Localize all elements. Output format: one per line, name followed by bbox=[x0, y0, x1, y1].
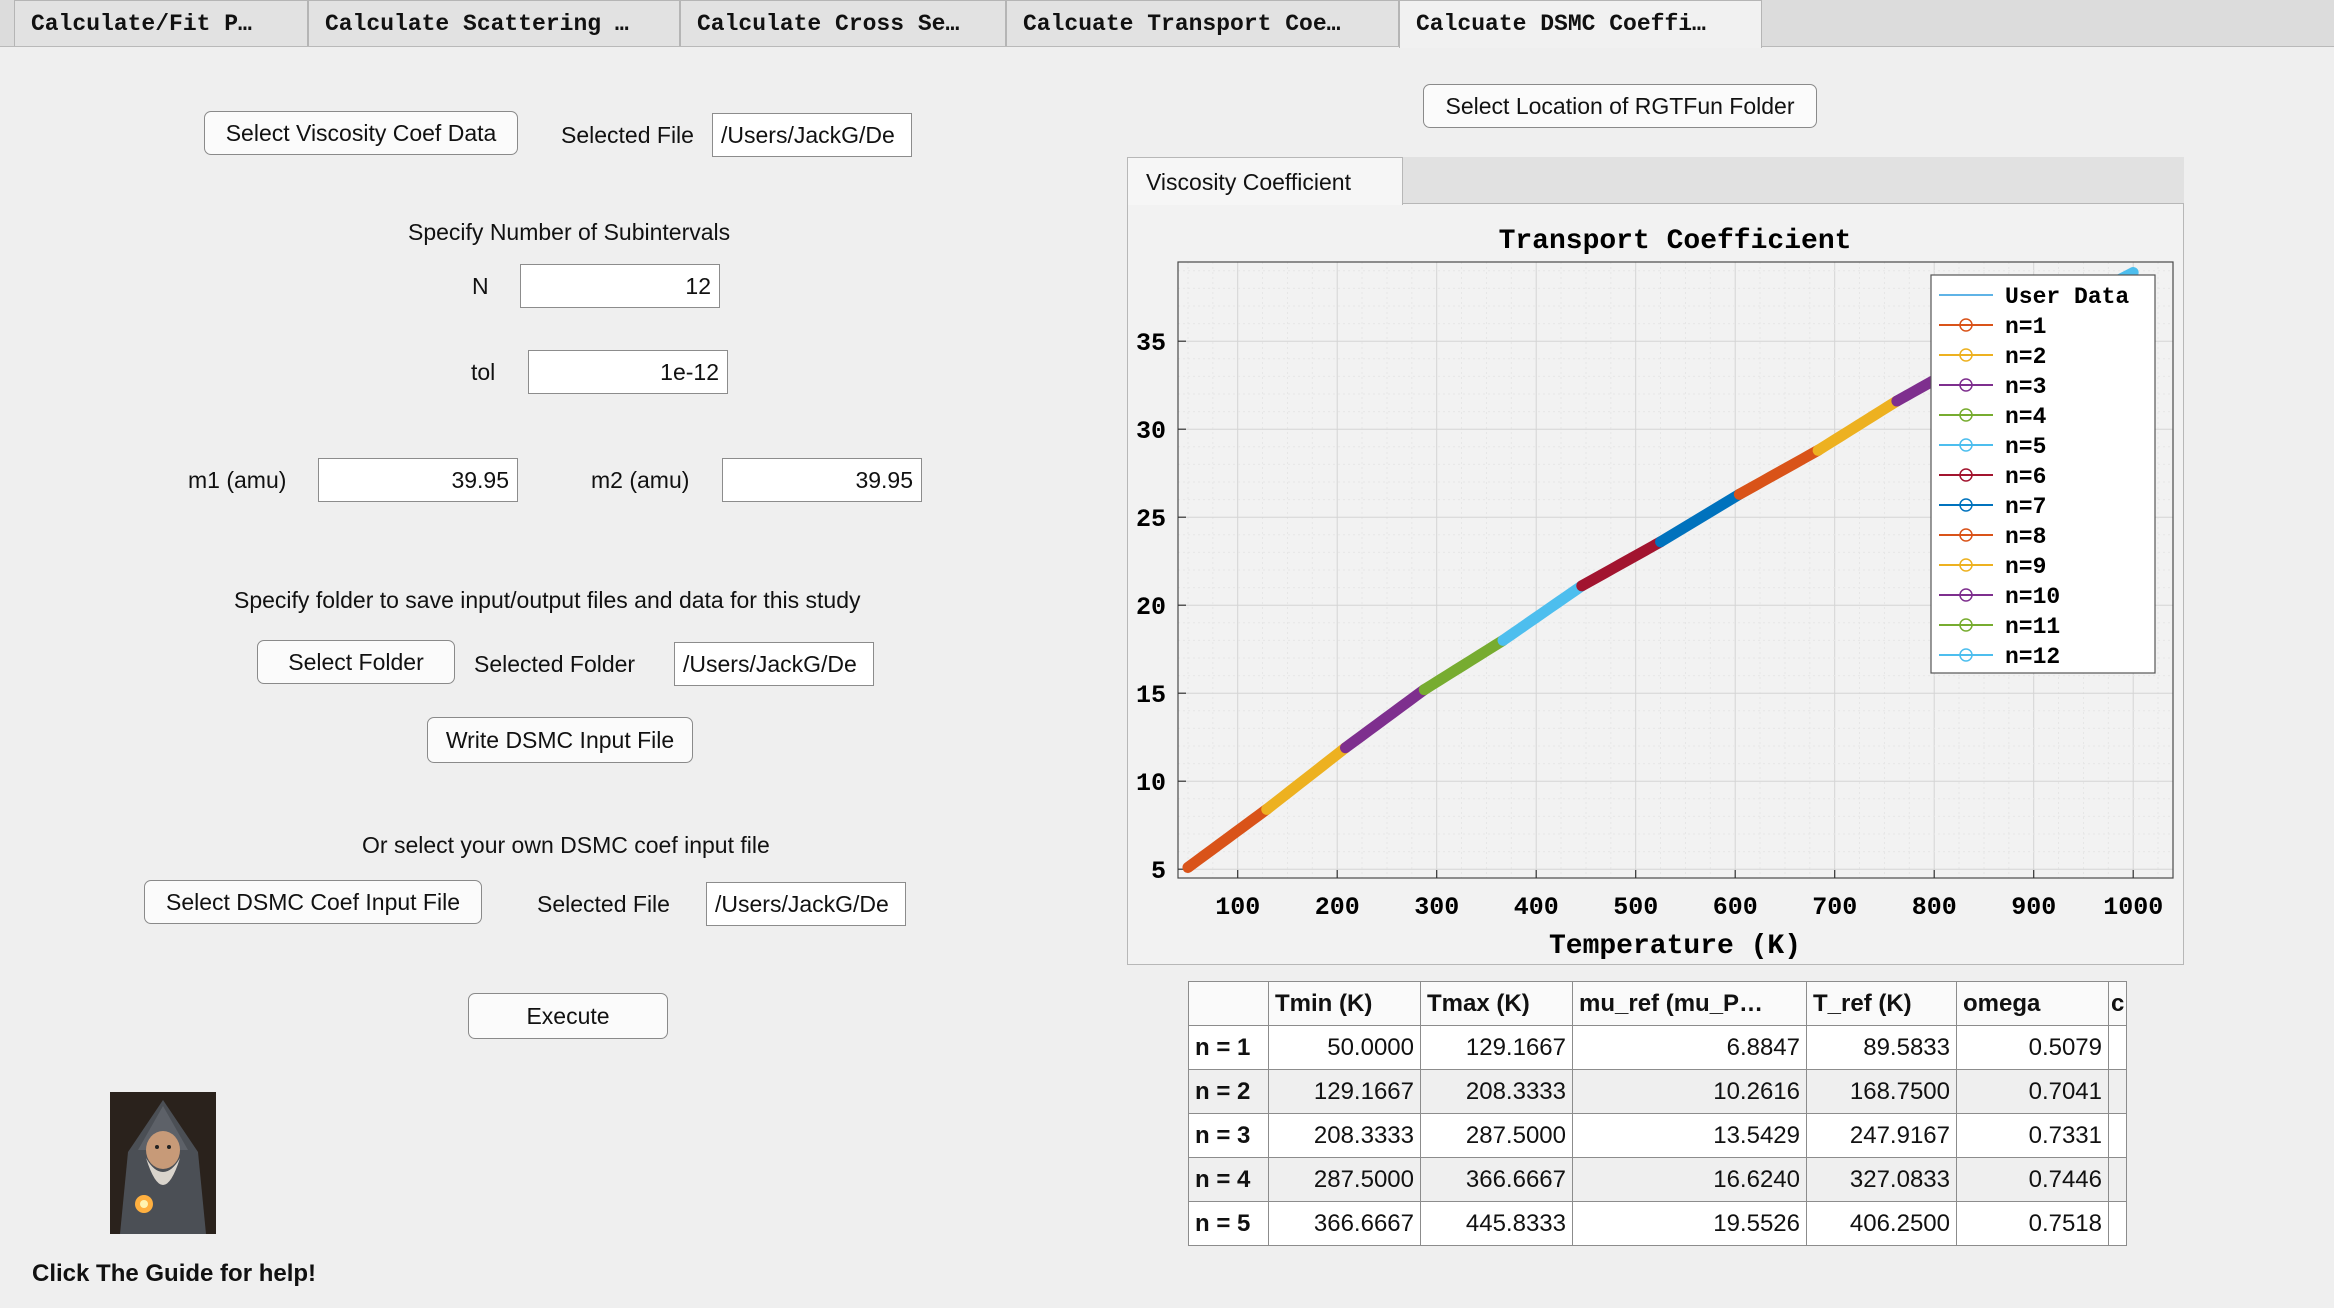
x-tick-label: 400 bbox=[1514, 893, 1559, 922]
table-cell[interactable]: 0.7518 bbox=[1956, 1201, 2109, 1246]
y-tick-label: 25 bbox=[1136, 505, 1166, 534]
row-header[interactable]: n = 3 bbox=[1188, 1113, 1269, 1158]
legend-entry: n=12 bbox=[2005, 644, 2060, 670]
table-cell[interactable]: 406.2500 bbox=[1806, 1201, 1957, 1246]
table-cell[interactable]: 287.5000 bbox=[1420, 1113, 1573, 1158]
table-header[interactable]: Tmin (K) bbox=[1268, 981, 1421, 1026]
y-tick-label: 35 bbox=[1136, 329, 1166, 358]
series-n-2-line bbox=[1261, 742, 1351, 815]
series-n-4-line bbox=[1418, 634, 1509, 696]
table-cell[interactable]: 0.7446 bbox=[1956, 1157, 2109, 1202]
chart-title: Transport Coefficient bbox=[1499, 226, 1852, 257]
y-tick-label: 20 bbox=[1136, 593, 1166, 622]
x-tick-label: 300 bbox=[1414, 893, 1459, 922]
legend-entry: n=11 bbox=[2005, 614, 2060, 640]
table-cell[interactable]: 10.2616 bbox=[1572, 1069, 1807, 1114]
x-tick-label: 100 bbox=[1215, 893, 1260, 922]
table-cell[interactable]: 0.7041 bbox=[1956, 1069, 2109, 1114]
table-header[interactable]: Tmax (K) bbox=[1420, 981, 1573, 1026]
table-cell[interactable] bbox=[2107, 1069, 2128, 1114]
table-header-row: Tmin (K) Tmax (K) mu_ref (mu_P… T_ref (K… bbox=[1188, 981, 2128, 1026]
table-cell[interactable]: 327.0833 bbox=[1806, 1157, 1957, 1202]
table-cell[interactable]: 129.1667 bbox=[1420, 1025, 1573, 1070]
series-n-6-line bbox=[1576, 536, 1667, 592]
series-n-3-line bbox=[1339, 684, 1430, 754]
series-n-9-line bbox=[1812, 395, 1903, 456]
legend-entry: User Data bbox=[2005, 284, 2129, 310]
row-header[interactable]: n = 1 bbox=[1188, 1025, 1269, 1070]
table-cell[interactable]: 287.5000 bbox=[1268, 1157, 1421, 1202]
legend-entry: n=1 bbox=[2005, 314, 2046, 340]
y-tick-label: 15 bbox=[1136, 681, 1166, 710]
series-n-5-line bbox=[1497, 580, 1588, 646]
table-cell[interactable]: 13.5429 bbox=[1572, 1113, 1807, 1158]
table-cell[interactable] bbox=[2107, 1025, 2128, 1070]
table-cell[interactable]: 129.1667 bbox=[1268, 1069, 1421, 1114]
table-cell[interactable]: 16.6240 bbox=[1572, 1157, 1807, 1202]
legend-entry: n=6 bbox=[2005, 464, 2046, 490]
series-n-8-line bbox=[1733, 444, 1824, 500]
table-cell[interactable] bbox=[2107, 1113, 2128, 1158]
x-tick-label: 800 bbox=[1912, 893, 1957, 922]
table-cell[interactable]: 6.8847 bbox=[1572, 1025, 1807, 1070]
row-header[interactable]: n = 5 bbox=[1188, 1201, 1269, 1246]
table-header bbox=[1188, 981, 1269, 1026]
table-cell[interactable]: 247.9167 bbox=[1806, 1113, 1957, 1158]
table-cell[interactable]: 0.7331 bbox=[1956, 1113, 2109, 1158]
table-cell[interactable]: 366.6667 bbox=[1268, 1201, 1421, 1246]
row-header[interactable]: n = 4 bbox=[1188, 1157, 1269, 1202]
legend-entry: n=9 bbox=[2005, 554, 2046, 580]
table-cell[interactable] bbox=[2107, 1157, 2128, 1202]
table-cell[interactable]: 208.3333 bbox=[1420, 1069, 1573, 1114]
table-header[interactable]: c bbox=[2107, 981, 2128, 1026]
table-header[interactable]: T_ref (K) bbox=[1806, 981, 1957, 1026]
table-cell[interactable]: 0.5079 bbox=[1956, 1025, 2109, 1070]
legend-entry: n=3 bbox=[2005, 374, 2046, 400]
table-row[interactable]: n = 1 50.0000 129.1667 6.8847 89.5833 0.5079 bbox=[1188, 1025, 2128, 1070]
table-cell[interactable]: 89.5833 bbox=[1806, 1025, 1957, 1070]
table-row[interactable]: n = 5 366.6667 445.8333 19.5526 406.2500 0.75… bbox=[1188, 1201, 2128, 1246]
x-tick-label: 600 bbox=[1713, 893, 1758, 922]
x-tick-label: 1000 bbox=[2103, 893, 2163, 922]
table-cell[interactable]: 19.5526 bbox=[1572, 1201, 1807, 1246]
y-tick-label: 30 bbox=[1136, 417, 1166, 446]
table-row[interactable]: n = 2 129.1667 208.3333 10.2616 168.7500 0.70… bbox=[1188, 1069, 2128, 1114]
table-cell[interactable]: 366.6667 bbox=[1420, 1157, 1573, 1202]
x-axis-label: Temperature (K) bbox=[1549, 931, 1801, 962]
x-tick-label: 700 bbox=[1812, 893, 1857, 922]
legend-entry: n=7 bbox=[2005, 494, 2046, 520]
legend-entry: n=2 bbox=[2005, 344, 2046, 370]
table-row[interactable]: n = 3 208.3333 287.5000 13.5429 247.9167 0.73… bbox=[1188, 1113, 2128, 1158]
table-cell[interactable]: 168.7500 bbox=[1806, 1069, 1957, 1114]
table-header[interactable]: mu_ref (mu_P… bbox=[1572, 981, 1807, 1026]
table-header[interactable]: omega bbox=[1956, 981, 2109, 1026]
legend-entry: n=4 bbox=[2005, 404, 2047, 430]
table-cell[interactable]: 50.0000 bbox=[1268, 1025, 1421, 1070]
coefficients-table[interactable]: Tmin (K) Tmax (K) mu_ref (mu_P… T_ref (K… bbox=[1188, 981, 2128, 1246]
legend-entry: n=8 bbox=[2005, 524, 2046, 550]
y-tick-label: 5 bbox=[1151, 857, 1166, 886]
table-cell[interactable] bbox=[2107, 1201, 2128, 1246]
table-cell[interactable]: 445.8333 bbox=[1420, 1201, 1573, 1246]
legend-entry: n=10 bbox=[2005, 584, 2060, 610]
legend-entry: n=5 bbox=[2005, 434, 2046, 460]
table-row[interactable]: n = 4 287.5000 366.6667 16.6240 327.0833 0.74… bbox=[1188, 1157, 2128, 1202]
table-cell[interactable]: 208.3333 bbox=[1268, 1113, 1421, 1158]
x-tick-label: 500 bbox=[1613, 893, 1658, 922]
x-tick-label: 900 bbox=[2011, 893, 2056, 922]
series-n-1-line bbox=[1182, 803, 1273, 873]
x-tick-label: 200 bbox=[1315, 893, 1360, 922]
row-header[interactable]: n = 2 bbox=[1188, 1069, 1269, 1114]
y-tick-label: 10 bbox=[1136, 769, 1166, 798]
